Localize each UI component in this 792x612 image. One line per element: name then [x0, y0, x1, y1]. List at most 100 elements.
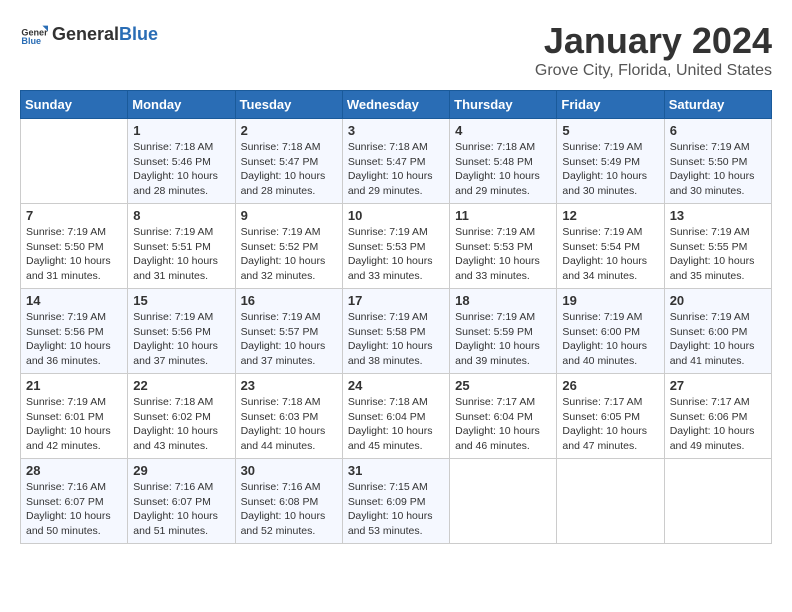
- day-number: 30: [241, 463, 337, 478]
- day-detail: Sunrise: 7:19 AMSunset: 5:58 PMDaylight:…: [348, 310, 444, 369]
- day-cell: 2Sunrise: 7:18 AMSunset: 5:47 PMDaylight…: [235, 119, 342, 204]
- day-cell: 24Sunrise: 7:18 AMSunset: 6:04 PMDayligh…: [342, 374, 449, 459]
- week-row-4: 21 Sunrise: 7:19 AMSunset: 6:01 PMDayligh…: [21, 374, 772, 459]
- day-cell: 17 Sunrise: 7:19 AMSunset: 5:58 PMDayligh…: [342, 289, 449, 374]
- day-detail: Sunrise: 7:19 AMSunset: 5:49 PMDaylight:…: [562, 140, 658, 199]
- day-detail: Sunrise: 7:19 AMSunset: 5:57 PMDaylight:…: [241, 310, 337, 369]
- day-detail: Sunrise: 7:18 AMSunset: 6:02 PMDaylight:…: [133, 395, 229, 454]
- day-number: 16: [241, 293, 337, 308]
- day-detail: Sunrise: 7:19 AMSunset: 6:00 PMDaylight:…: [670, 310, 766, 369]
- day-detail: Sunrise: 7:19 AMSunset: 5:59 PMDaylight:…: [455, 310, 551, 369]
- svg-text:Blue: Blue: [21, 36, 41, 46]
- day-cell: [21, 119, 128, 204]
- calendar-table: SundayMondayTuesdayWednesdayThursdayFrid…: [20, 90, 772, 544]
- day-cell: 12 Sunrise: 7:19 AMSunset: 5:54 PMDayligh…: [557, 204, 664, 289]
- location-title: Grove City, Florida, United States: [535, 62, 772, 80]
- weekday-header-saturday: Saturday: [664, 91, 771, 119]
- day-cell: 16 Sunrise: 7:19 AMSunset: 5:57 PMDayligh…: [235, 289, 342, 374]
- day-detail: Sunrise: 7:19 AMSunset: 5:50 PMDaylight:…: [670, 140, 766, 199]
- week-row-3: 14Sunrise: 7:19 AMSunset: 5:56 PMDayligh…: [21, 289, 772, 374]
- week-row-2: 7 Sunrise: 7:19 AMSunset: 5:50 PMDaylight…: [21, 204, 772, 289]
- day-cell: 19 Sunrise: 7:19 AMSunset: 6:00 PMDayligh…: [557, 289, 664, 374]
- day-cell: [664, 459, 771, 544]
- day-cell: 26Sunrise: 7:17 AMSunset: 6:05 PMDayligh…: [557, 374, 664, 459]
- day-detail: Sunrise: 7:18 AMSunset: 5:47 PMDaylight:…: [348, 140, 444, 199]
- day-detail: Sunrise: 7:17 AMSunset: 6:04 PMDaylight:…: [455, 395, 551, 454]
- day-cell: 1 Sunrise: 7:18 AMSunset: 5:46 PMDaylight…: [128, 119, 235, 204]
- day-cell: [450, 459, 557, 544]
- day-detail: Sunrise: 7:15 AMSunset: 6:09 PMDaylight:…: [348, 480, 444, 539]
- day-number: 11: [455, 208, 551, 223]
- day-number: 2: [241, 123, 337, 138]
- day-number: 31: [348, 463, 444, 478]
- day-detail: Sunrise: 7:18 AMSunset: 6:03 PMDaylight:…: [241, 395, 337, 454]
- day-number: 20: [670, 293, 766, 308]
- day-number: 4: [455, 123, 551, 138]
- day-cell: 14Sunrise: 7:19 AMSunset: 5:56 PMDayligh…: [21, 289, 128, 374]
- day-detail: Sunrise: 7:18 AMSunset: 5:48 PMDaylight:…: [455, 140, 551, 199]
- day-number: 7: [26, 208, 122, 223]
- day-number: 27: [670, 378, 766, 393]
- day-cell: 31 Sunrise: 7:15 AMSunset: 6:09 PMDayligh…: [342, 459, 449, 544]
- day-cell: 25 Sunrise: 7:17 AMSunset: 6:04 PMDayligh…: [450, 374, 557, 459]
- day-detail: Sunrise: 7:19 AMSunset: 5:56 PMDaylight:…: [26, 310, 122, 369]
- day-detail: Sunrise: 7:19 AMSunset: 5:53 PMDaylight:…: [455, 225, 551, 284]
- logo-general: General: [52, 24, 119, 44]
- day-number: 19: [562, 293, 658, 308]
- weekday-header-tuesday: Tuesday: [235, 91, 342, 119]
- day-number: 10: [348, 208, 444, 223]
- day-detail: Sunrise: 7:16 AMSunset: 6:07 PMDaylight:…: [133, 480, 229, 539]
- day-cell: 13 Sunrise: 7:19 AMSunset: 5:55 PMDayligh…: [664, 204, 771, 289]
- day-number: 6: [670, 123, 766, 138]
- logo-blue: Blue: [119, 24, 158, 44]
- day-number: 25: [455, 378, 551, 393]
- day-cell: 9 Sunrise: 7:19 AMSunset: 5:52 PMDaylight…: [235, 204, 342, 289]
- day-number: 18: [455, 293, 551, 308]
- day-detail: Sunrise: 7:19 AMSunset: 6:01 PMDaylight:…: [26, 395, 122, 454]
- day-number: 15: [133, 293, 229, 308]
- weekday-header-wednesday: Wednesday: [342, 91, 449, 119]
- day-cell: 27Sunrise: 7:17 AMSunset: 6:06 PMDayligh…: [664, 374, 771, 459]
- day-detail: Sunrise: 7:18 AMSunset: 6:04 PMDaylight:…: [348, 395, 444, 454]
- day-detail: Sunrise: 7:19 AMSunset: 5:50 PMDaylight:…: [26, 225, 122, 284]
- title-area: January 2024 Grove City, Florida, United…: [535, 20, 772, 80]
- day-cell: 29Sunrise: 7:16 AMSunset: 6:07 PMDayligh…: [128, 459, 235, 544]
- weekday-header-row: SundayMondayTuesdayWednesdayThursdayFrid…: [21, 91, 772, 119]
- day-cell: 11 Sunrise: 7:19 AMSunset: 5:53 PMDayligh…: [450, 204, 557, 289]
- day-number: 5: [562, 123, 658, 138]
- day-number: 28: [26, 463, 122, 478]
- day-number: 21: [26, 378, 122, 393]
- weekday-header-monday: Monday: [128, 91, 235, 119]
- day-detail: Sunrise: 7:19 AMSunset: 5:53 PMDaylight:…: [348, 225, 444, 284]
- day-detail: Sunrise: 7:19 AMSunset: 6:00 PMDaylight:…: [562, 310, 658, 369]
- day-number: 1: [133, 123, 229, 138]
- day-detail: Sunrise: 7:19 AMSunset: 5:54 PMDaylight:…: [562, 225, 658, 284]
- day-cell: 30 Sunrise: 7:16 AMSunset: 6:08 PMDayligh…: [235, 459, 342, 544]
- day-cell: 3Sunrise: 7:18 AMSunset: 5:47 PMDaylight…: [342, 119, 449, 204]
- weekday-header-thursday: Thursday: [450, 91, 557, 119]
- day-number: 17: [348, 293, 444, 308]
- day-detail: Sunrise: 7:19 AMSunset: 5:52 PMDaylight:…: [241, 225, 337, 284]
- day-number: 12: [562, 208, 658, 223]
- day-number: 26: [562, 378, 658, 393]
- day-detail: Sunrise: 7:19 AMSunset: 5:55 PMDaylight:…: [670, 225, 766, 284]
- logo: General Blue GeneralBlue: [20, 20, 158, 48]
- day-cell: 23 Sunrise: 7:18 AMSunset: 6:03 PMDayligh…: [235, 374, 342, 459]
- weekday-header-friday: Friday: [557, 91, 664, 119]
- day-cell: 28 Sunrise: 7:16 AMSunset: 6:07 PMDayligh…: [21, 459, 128, 544]
- day-cell: 21 Sunrise: 7:19 AMSunset: 6:01 PMDayligh…: [21, 374, 128, 459]
- day-number: 23: [241, 378, 337, 393]
- day-cell: 22Sunrise: 7:18 AMSunset: 6:02 PMDayligh…: [128, 374, 235, 459]
- day-detail: Sunrise: 7:18 AMSunset: 5:46 PMDaylight:…: [133, 140, 229, 199]
- day-number: 13: [670, 208, 766, 223]
- day-detail: Sunrise: 7:16 AMSunset: 6:08 PMDaylight:…: [241, 480, 337, 539]
- day-cell: 4 Sunrise: 7:18 AMSunset: 5:48 PMDaylight…: [450, 119, 557, 204]
- day-number: 9: [241, 208, 337, 223]
- weekday-header-sunday: Sunday: [21, 91, 128, 119]
- day-detail: Sunrise: 7:16 AMSunset: 6:07 PMDaylight:…: [26, 480, 122, 539]
- month-title: January 2024: [535, 20, 772, 62]
- day-cell: 6 Sunrise: 7:19 AMSunset: 5:50 PMDaylight…: [664, 119, 771, 204]
- logo-icon: General Blue: [20, 20, 48, 48]
- day-cell: [557, 459, 664, 544]
- day-cell: 20 Sunrise: 7:19 AMSunset: 6:00 PMDayligh…: [664, 289, 771, 374]
